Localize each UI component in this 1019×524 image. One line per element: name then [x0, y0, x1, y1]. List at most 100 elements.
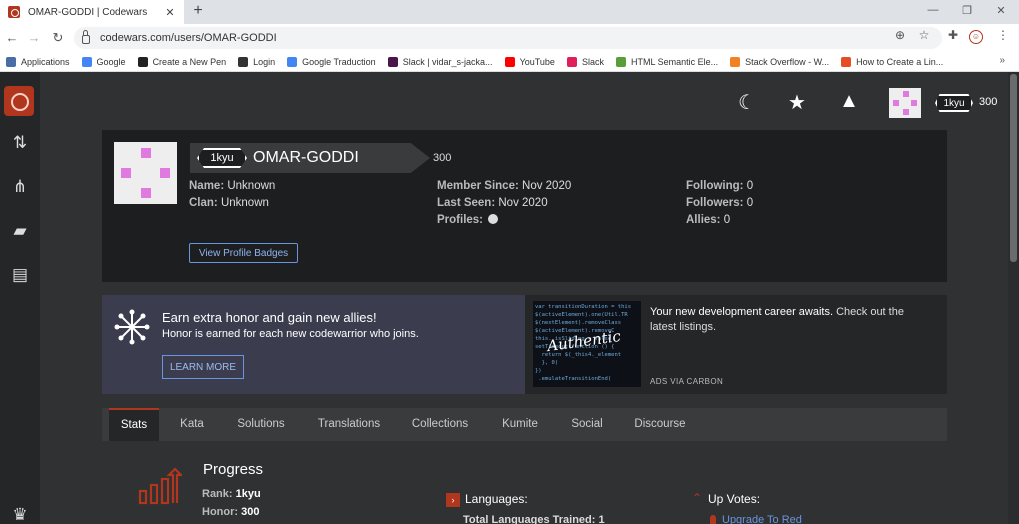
profile-tabs: Stats Kata Solutions Translations Collec… — [102, 408, 947, 441]
tab-close-icon[interactable]: ✕ — [162, 6, 178, 19]
member-since-row: Member Since: Nov 2020 — [437, 180, 572, 192]
tab-collections[interactable]: Collections — [403, 408, 477, 441]
profile-honor: 300 — [433, 152, 452, 164]
bookmark-favicon-icon — [841, 56, 852, 67]
bookmark-item[interactable]: YouTube — [504, 56, 555, 67]
page-scrollbar[interactable] — [1008, 72, 1019, 524]
allies-row: Allies: 0 — [686, 214, 731, 226]
reload-button[interactable]: ↻ — [50, 30, 66, 46]
name-row: Name: Unknown — [189, 180, 276, 192]
tab-title: OMAR-GODDI | Codewars — [28, 6, 148, 18]
browser-tabstrip: OMAR-GODDI | Codewars ✕ + — ❐ ✕ — [0, 0, 1019, 24]
url-text: codewars.com/users/OMAR-GODDI — [100, 32, 277, 44]
browser-tab[interactable]: OMAR-GODDI | Codewars ✕ — [0, 0, 184, 24]
languages-icon: › — [446, 493, 460, 507]
close-window-button[interactable]: ✕ — [994, 4, 1008, 17]
bookmark-label: Google Traduction — [302, 56, 376, 67]
bookmark-label: Google — [96, 56, 126, 67]
ad-text[interactable]: Your new development career awaits. Chec… — [650, 305, 930, 335]
burst-icon — [114, 309, 150, 345]
view-profile-badges-button[interactable]: View Profile Badges — [189, 243, 298, 263]
bookmarks-bar: Applications Google Create a New Pen Login G… — [0, 52, 1019, 72]
tab-stats[interactable]: Stats — [109, 408, 159, 441]
forward-button[interactable]: → — [26, 30, 42, 45]
bookmark-star-icon[interactable]: ☆ — [917, 28, 931, 42]
codewars-favicon-icon — [8, 6, 20, 18]
new-tab-button[interactable]: + — [190, 2, 206, 20]
bookmark-item[interactable]: Slack — [566, 56, 604, 67]
browser-menu-icon[interactable]: ⋮ — [996, 28, 1010, 42]
bookmark-favicon-icon — [6, 56, 16, 67]
promo-subtitle: Honor is earned for each new codewarrior… — [162, 328, 419, 340]
profiles-row: Profiles: — [437, 214, 499, 226]
tab-kumite[interactable]: Kumite — [492, 408, 548, 441]
bookmark-label: YouTube — [519, 56, 555, 67]
tab-kata[interactable]: Kata — [172, 408, 212, 441]
progress-title: Progress — [203, 461, 264, 478]
upgrade-to-red-link[interactable]: Upgrade To Red — [722, 514, 802, 524]
lock-badge-icon — [710, 515, 716, 524]
bookmark-label: Create a New Pen — [152, 56, 227, 67]
profile-avatar-icon[interactable]: ☺ — [969, 30, 983, 44]
bookmark-item[interactable]: Applications — [6, 56, 70, 67]
last-seen-row: Last Seen: Nov 2020 — [437, 197, 548, 209]
referral-promo: Earn extra honor and gain new allies! Ho… — [102, 295, 525, 394]
bookmark-favicon-icon — [137, 56, 148, 67]
bookmark-label: Login — [253, 56, 276, 67]
bookmark-label: Applications — [21, 56, 70, 67]
bookmark-label: HTML Semantic Ele... — [630, 56, 719, 67]
user-avatar[interactable] — [889, 88, 921, 118]
minimize-window-button[interactable]: — — [926, 4, 940, 16]
notifications-bell-icon[interactable]: ▲ — [837, 90, 861, 113]
bookmark-favicon-icon — [287, 56, 298, 67]
back-button[interactable]: ← — [4, 30, 20, 45]
discussions-icon[interactable]: ▰ — [6, 220, 34, 242]
bookmark-item[interactable]: Create a New Pen — [137, 56, 227, 67]
followers-row: Followers: 0 — [686, 197, 754, 209]
stats-rank-row: Rank: 1kyu — [202, 488, 261, 500]
following-row: Following: 0 — [686, 180, 754, 192]
header-honor: 300 — [979, 96, 998, 108]
bookmarks-icon[interactable]: ★ — [785, 90, 809, 115]
site-sidebar: ⇅ ⋔ ▰ ▤ ♛ — [0, 72, 40, 524]
carbon-ad[interactable]: var transitionDuration = this $(activeEl… — [525, 295, 947, 394]
stats-honor-row: Honor: 300 — [202, 506, 260, 518]
bookmark-favicon-icon — [387, 56, 398, 67]
leaderboard-trophy-icon[interactable]: ♛ — [6, 504, 34, 524]
profile-rank-badge: 1kyu — [197, 148, 247, 168]
dark-mode-moon-icon[interactable]: ☾ — [735, 90, 759, 115]
docs-icon[interactable]: ▤ — [6, 264, 34, 286]
scrollbar-thumb[interactable] — [1010, 74, 1017, 262]
bookmark-item[interactable]: Login — [238, 56, 276, 67]
header-rank-badge[interactable]: 1kyu — [935, 94, 973, 112]
restore-window-button[interactable]: ❐ — [960, 4, 974, 17]
languages-title: Languages: — [465, 492, 528, 506]
ad-image[interactable]: var transitionDuration = this $(activeEl… — [533, 301, 641, 387]
tab-discourse[interactable]: Discourse — [628, 408, 692, 441]
learn-more-button[interactable]: LEARN MORE — [162, 355, 244, 379]
profile-card: 1kyu OMAR-GODDI 300 Name: Unknown Clan: … — [102, 130, 947, 282]
promo-title: Earn extra honor and gain new allies! — [162, 310, 377, 325]
codewars-logo[interactable] — [4, 86, 34, 116]
zoom-icon[interactable]: ⊕ — [893, 28, 907, 42]
progress-chart-icon — [138, 467, 182, 505]
bookmark-item[interactable]: HTML Semantic Ele... — [615, 56, 719, 67]
address-bar[interactable]: codewars.com/users/OMAR-GODDI — [74, 27, 942, 49]
practice-icon[interactable]: ⇅ — [6, 132, 34, 154]
tab-solutions[interactable]: Solutions — [230, 408, 292, 441]
extensions-icon[interactable]: ✚ — [946, 28, 960, 42]
bookmark-label: Stack Overflow - W... — [745, 56, 830, 67]
kumite-icon[interactable]: ⋔ — [6, 176, 34, 198]
ads-via-carbon[interactable]: ADS VIA CARBON — [650, 377, 723, 386]
bookmark-item[interactable]: Stack Overflow - W... — [730, 56, 830, 67]
tab-translations[interactable]: Translations — [309, 408, 389, 441]
upvotes-title: Up Votes: — [708, 492, 761, 506]
github-icon[interactable] — [488, 214, 499, 224]
bookmark-favicon-icon — [504, 56, 515, 67]
bookmark-item[interactable]: Slack | vidar_s-jacka... — [387, 56, 493, 67]
tab-social[interactable]: Social — [563, 408, 611, 441]
more-bookmarks-icon[interactable]: » — [999, 55, 1005, 66]
bookmark-item[interactable]: Google — [81, 56, 126, 67]
bookmark-item[interactable]: How to Create a Lin... — [841, 56, 943, 67]
bookmark-item[interactable]: Google Traduction — [287, 56, 376, 67]
